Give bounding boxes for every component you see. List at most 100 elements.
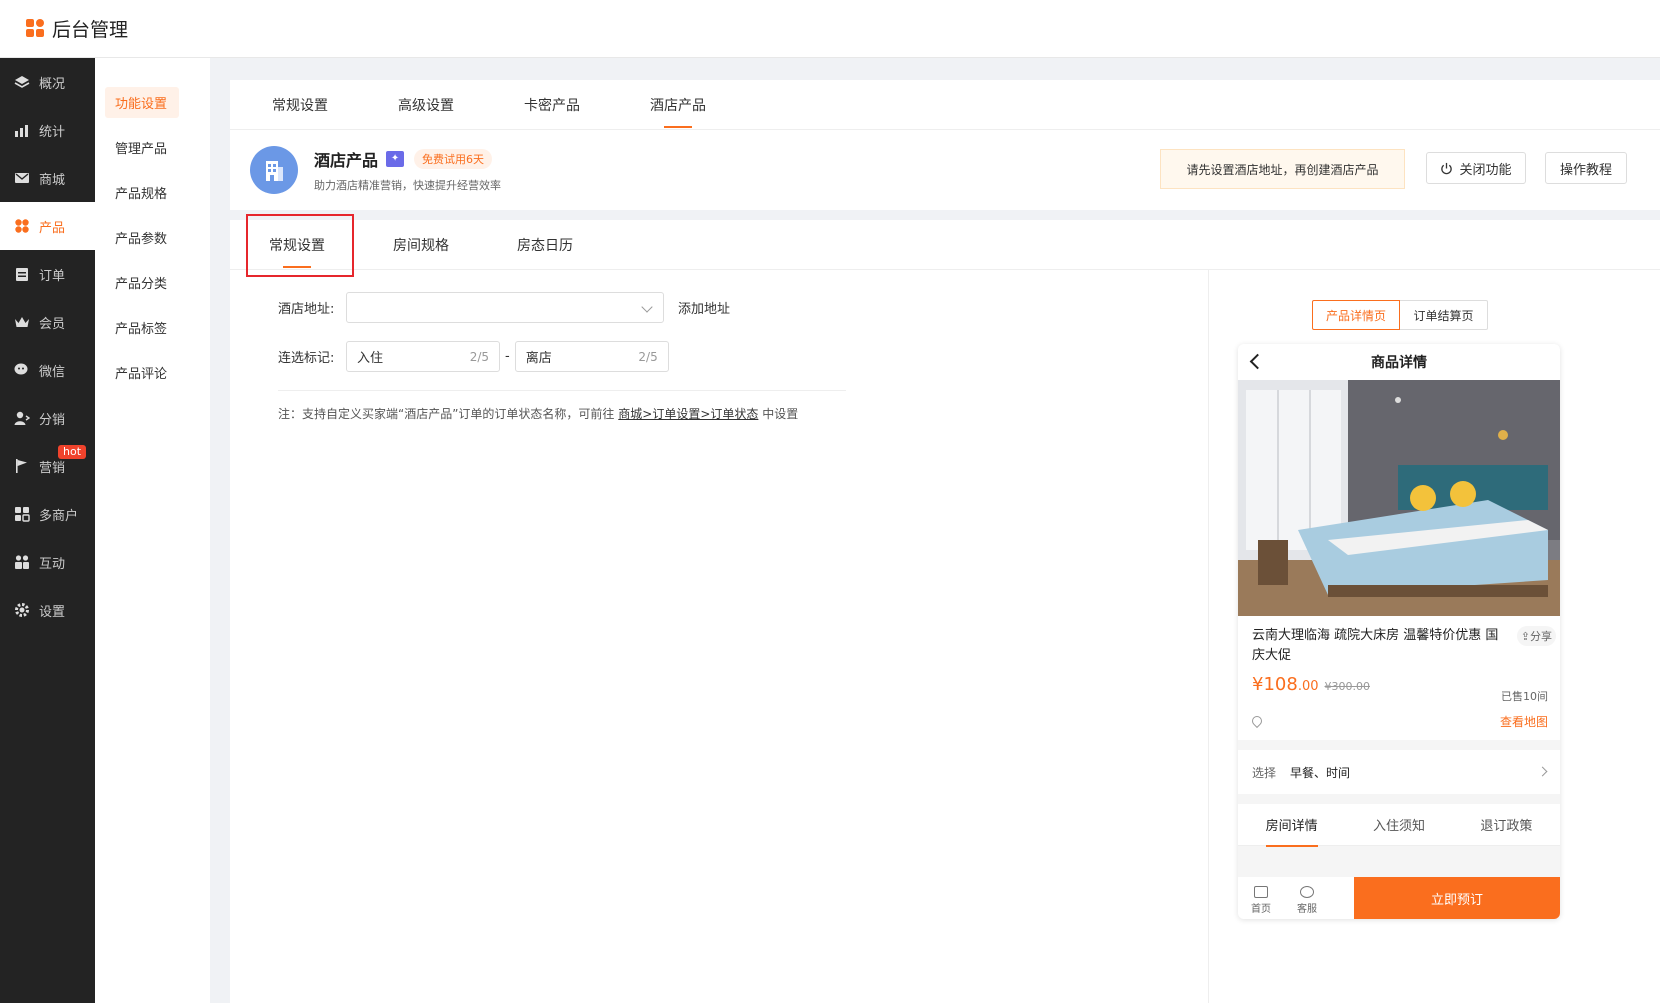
sidebar-item-settings[interactable]: 设置 [0,586,95,634]
sold-count: 已售10间 [1501,690,1548,703]
top-tabs: 常规设置 高级设置 卡密产品 酒店产品 [230,80,1660,130]
sidebar-item-multi-merchant[interactable]: 多商户 [0,490,95,538]
preview-detail-button[interactable]: 产品详情页 [1312,300,1400,330]
home-icon [1254,886,1268,898]
book-now-button[interactable]: 立即预订 [1354,877,1560,919]
sidebar-item-label: 产品 [39,220,66,236]
top-header: 后台管理 [0,0,1660,58]
option-select-row[interactable]: 选择 早餐、时间 [1238,750,1560,794]
highlight-annotation-box [246,214,354,277]
layers-icon [14,74,30,90]
settings-card: 常规设置 房间规格 房态日历 酒店地址: 添加地址 连选标记: 入住 2/5 - [230,214,1660,1003]
sidebar-item-distribution[interactable]: 分销 [0,394,95,442]
tab-checkin-notice[interactable]: 入住须知 [1373,815,1425,834]
sidebar-item-mall[interactable]: 商城 [0,154,95,202]
user-share-icon [14,410,30,426]
order-status-link[interactable]: 商城>订单设置>订单状态 [618,407,758,421]
panel-divider [1208,270,1209,1003]
preview-checkout-button[interactable]: 订单结算页 [1400,300,1488,330]
product-description: 助力酒店精准营销，快速提升经营效率 [314,178,501,192]
sidebar-item-overview[interactable]: 概况 [0,58,95,106]
subnav-item-product-reviews[interactable]: 产品评论 [95,350,210,395]
location-pin-icon [1249,713,1265,729]
hotel-building-icon [250,145,298,194]
sidebar-item-label: 会员 [39,316,66,332]
checkin-mark-input[interactable]: 入住 2/5 [346,341,500,372]
tab-general-settings[interactable]: 常规设置 [272,80,328,129]
add-address-link[interactable]: 添加地址 [678,298,730,317]
subnav-item-product-spec[interactable]: 产品规格 [95,170,210,215]
range-separator: - [505,349,510,364]
sidebar-item-label: 营销 [39,460,66,476]
share-icon: ⇪ [1520,630,1530,643]
sidebar-item-label: 互动 [39,556,66,572]
app-title: 后台管理 [52,19,129,41]
tab-room-details[interactable]: 房间详情 [1265,815,1318,847]
close-feature-button[interactable]: 关闭功能 [1426,152,1526,184]
share-button[interactable]: ⇪分享 [1516,626,1556,646]
sidebar-item-label: 商城 [39,172,66,188]
chevron-down-icon [641,301,653,313]
original-price: ¥300.00 [1324,680,1371,693]
notice-box: 请先设置酒店地址，再创建酒店产品 [1160,149,1405,189]
view-map-link[interactable]: 查看地图 [1500,713,1548,730]
sidebar-item-order[interactable]: 订单 [0,250,95,298]
preview-header: 商品详情 [1238,344,1560,380]
interact-icon [14,554,30,570]
back-arrow-icon[interactable] [1249,353,1266,370]
product-info: 酒店产品 ✦ 免费试用6天 助力酒店精准营销，快速提升经营效率 请先设置酒店地址… [230,130,1660,209]
app-logo-icon [26,18,46,39]
sub-tabs: 常规设置 房间规格 房态日历 [230,220,1660,270]
tab-advanced-settings[interactable]: 高级设置 [398,80,454,129]
mark-label: 连选标记: [278,351,335,366]
hotel-room-image [1238,380,1560,616]
preview-tabs: 房间详情 入住须知 退订政策 [1238,804,1560,847]
nav-home[interactable]: 首页 [1238,877,1284,919]
subnav-item-product-category[interactable]: 产品分类 [95,260,210,305]
phone-preview: 商品详情 云南大理临海 疏院大床房 温馨特价优惠 国庆大促 ⇪分享 ¥108.0… [1238,344,1560,919]
address-label: 酒店地址: [278,302,335,317]
sidebar-item-marketing[interactable]: 营销 hot [0,442,95,490]
mark-row: 连选标记: 入住 2/5 - 离店 2/5 [278,341,848,372]
nav-service[interactable]: 客服 [1284,877,1330,919]
address-row: 酒店地址: 添加地址 [278,292,848,323]
sidebar-item-label: 统计 [39,124,66,140]
sidebar-item-member[interactable]: 会员 [0,298,95,346]
sidebar-item-stats[interactable]: 统计 [0,106,95,154]
tutorial-button[interactable]: 操作教程 [1545,152,1627,184]
hotel-address-select[interactable] [346,292,664,323]
char-count: 2/5 [638,349,658,364]
subnav-item-product-tags[interactable]: 产品标签 [95,305,210,350]
tab-hotel-product[interactable]: 酒店产品 [650,80,706,129]
primary-sidebar: 概况 统计 商城 产品 订单 会员 微信 分销 营销 hot 多商户 互动 设置 [0,58,95,1003]
divider [278,390,846,391]
subnav-item-feature-settings[interactable]: 功能设置 [95,80,210,125]
main-content: 常规设置 高级设置 卡密产品 酒店产品 酒店产品 ✦ 免费试用6天 助力酒店精准… [230,80,1660,1003]
secondary-sidebar: 功能设置 管理产品 产品规格 产品参数 产品分类 产品标签 产品评论 [95,58,210,1003]
subtab-room-spec[interactable]: 房间规格 [393,220,449,269]
order-icon [14,266,30,282]
subtab-room-calendar[interactable]: 房态日历 [517,220,573,269]
sidebar-item-label: 概况 [39,76,66,92]
sidebar-item-interaction[interactable]: 互动 [0,538,95,586]
sidebar-item-label: 订单 [39,268,66,284]
store-icon [14,506,30,522]
product-title: 云南大理临海 疏院大床房 温馨特价优惠 国庆大促 [1252,628,1499,663]
sidebar-item-wechat[interactable]: 微信 [0,346,95,394]
product-icon [14,218,30,234]
sidebar-item-label: 多商户 [39,508,79,524]
tab-card-product[interactable]: 卡密产品 [524,80,580,129]
subnav-item-product-params[interactable]: 产品参数 [95,215,210,260]
sidebar-item-label: 设置 [39,604,66,620]
sidebar-item-product[interactable]: 产品 [0,202,95,250]
feature-card: 常规设置 高级设置 卡密产品 酒店产品 酒店产品 ✦ 免费试用6天 助力酒店精准… [230,80,1660,210]
tab-refund-policy[interactable]: 退订政策 [1480,815,1532,834]
gear-icon [14,602,30,618]
checkout-mark-input[interactable]: 离店 2/5 [514,341,669,372]
subnav-item-manage-products[interactable]: 管理产品 [95,125,210,170]
preview-bottom-bar: 首页 客服 立即预订 [1238,877,1560,919]
power-icon [1440,162,1453,175]
crown-icon [14,314,30,330]
char-count: 2/5 [469,349,489,364]
sidebar-item-label: 分销 [39,412,66,428]
